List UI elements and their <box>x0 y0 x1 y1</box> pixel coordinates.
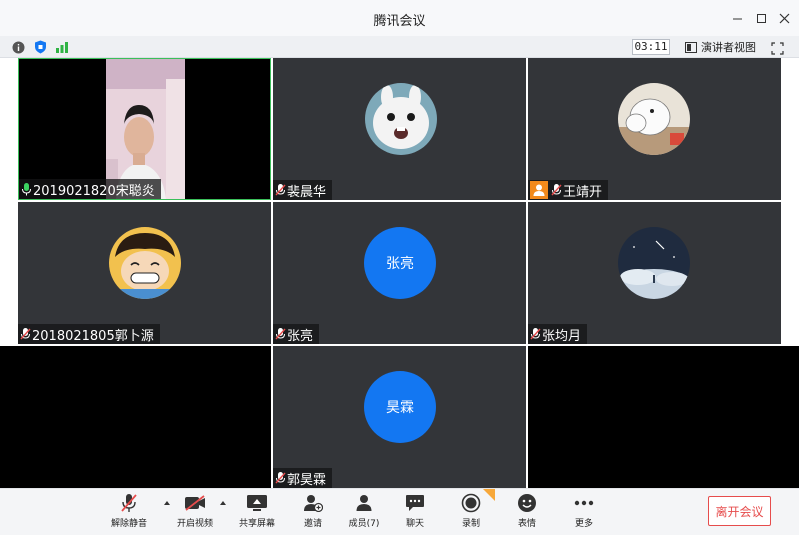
cartoon-pirate-avatar <box>109 227 181 299</box>
invite-button[interactable]: 邀请 <box>285 493 341 533</box>
empty-tile-left <box>0 346 271 488</box>
video-off-icon <box>184 493 206 513</box>
more-dots-icon <box>573 493 595 513</box>
participant-tile-4[interactable]: 2018021805郭卜源 <box>18 202 271 344</box>
participant-tile-1[interactable]: 2019021820宋聪炎 <box>18 58 271 200</box>
microphone-on-icon <box>21 182 32 196</box>
more-label: 更多 <box>574 519 593 529</box>
microphone-muted-icon <box>275 471 286 485</box>
participant-tile-3[interactable]: 王靖开 <box>528 58 781 200</box>
reactions-button[interactable]: 表情 <box>499 493 555 533</box>
members-label: 成员(7) <box>348 519 380 529</box>
microphone-muted-icon <box>551 183 562 197</box>
share-screen-label: 共享屏幕 <box>238 519 275 529</box>
record-icon <box>460 493 482 513</box>
unmute-label: 解除静音 <box>110 519 147 529</box>
window-title: 腾讯会议 <box>373 14 426 29</box>
participant-name: 郭昊霖 <box>287 472 327 488</box>
reactions-label: 表情 <box>517 519 536 529</box>
microphone-muted-icon <box>118 493 140 513</box>
maximize-icon[interactable] <box>751 8 771 28</box>
record-label: 录制 <box>461 519 480 529</box>
participant-video-feed <box>106 59 185 199</box>
text-avatar: 张亮 <box>364 227 436 299</box>
presenter-view-button[interactable]: 演讲者视图 <box>685 39 756 55</box>
members-icon <box>353 493 375 513</box>
share-screen-button[interactable]: 共享屏幕 <box>229 493 285 533</box>
participant-nameplate: 2018021805郭卜源 <box>18 324 160 344</box>
emoji-icon <box>516 493 538 513</box>
chat-button[interactable]: 聊天 <box>387 493 443 533</box>
participant-tile-2[interactable]: 裴晨华 <box>273 58 526 200</box>
participant-nameplate: 张均月 <box>528 324 588 344</box>
participant-nameplate: 王靖开 <box>528 180 609 200</box>
participant-name: 2018021805郭卜源 <box>32 328 154 344</box>
meeting-timer: 03:11 <box>632 39 670 55</box>
presenter-view-icon <box>685 41 697 53</box>
invite-icon <box>302 493 324 513</box>
share-screen-icon <box>246 493 268 513</box>
video-options-caret[interactable] <box>220 501 226 505</box>
moomin-avatar <box>618 83 690 155</box>
title-bar: 腾讯会议 <box>0 0 799 36</box>
participant-name: 张均月 <box>542 328 582 344</box>
participant-nameplate: 裴晨华 <box>273 180 333 200</box>
participant-nameplate: 郭昊霖 <box>273 468 333 488</box>
signal-strength-icon[interactable] <box>55 40 69 54</box>
microphone-muted-icon <box>275 183 286 197</box>
meeting-toolbar: 解除静音 开启视频 共享屏幕 邀请 成员(7) 聊天 录制 表情 更多 离开会议 <box>0 488 799 535</box>
participant-name: 2019021820宋聪炎 <box>33 183 155 199</box>
shield-icon[interactable] <box>33 40 47 54</box>
empty-tile-right <box>528 346 799 488</box>
unmute-button[interactable]: 解除静音 <box>101 493 157 533</box>
chat-label: 聊天 <box>405 519 424 529</box>
more-button[interactable]: 更多 <box>556 493 612 533</box>
invite-label: 邀请 <box>303 519 322 529</box>
minimize-icon[interactable] <box>727 8 747 28</box>
participant-nameplate: 张亮 <box>273 324 320 344</box>
presenter-view-label: 演讲者视图 <box>701 41 756 54</box>
microphone-muted-icon <box>275 327 286 341</box>
info-icon[interactable] <box>11 40 25 54</box>
user-icon <box>530 181 548 199</box>
start-video-label: 开启视频 <box>176 519 213 529</box>
leave-meeting-button[interactable]: 离开会议 <box>708 496 771 526</box>
info-bar: 03:11 演讲者视图 <box>0 36 799 58</box>
new-feature-badge <box>483 489 495 501</box>
participant-name: 王靖开 <box>563 184 603 200</box>
participant-name: 张亮 <box>287 328 314 344</box>
video-grid: 2019021820宋聪炎 裴晨华 王靖开 2018021805郭卜源 张亮 张… <box>0 58 799 488</box>
chat-icon <box>404 493 426 513</box>
start-video-button[interactable]: 开启视频 <box>167 493 223 533</box>
participant-tile-7[interactable]: 昊霖 郭昊霖 <box>273 346 526 488</box>
white-rabbit-avatar <box>365 83 437 155</box>
participant-tile-5[interactable]: 张亮 张亮 <box>273 202 526 344</box>
close-icon[interactable] <box>774 8 794 28</box>
fullscreen-icon[interactable] <box>771 40 784 55</box>
participant-name: 裴晨华 <box>287 184 327 200</box>
members-button[interactable]: 成员(7) <box>336 493 392 533</box>
participant-nameplate: 2019021820宋聪炎 <box>19 179 161 199</box>
microphone-muted-icon <box>20 327 31 341</box>
participant-tile-6[interactable]: 张均月 <box>528 202 781 344</box>
microphone-muted-icon <box>530 327 541 341</box>
meeting-window: 腾讯会议 03:11 演讲者视图 2019021820宋聪炎 裴晨华 王靖开 2… <box>0 0 799 535</box>
night-sky-avatar <box>618 227 690 299</box>
text-avatar: 昊霖 <box>364 371 436 443</box>
